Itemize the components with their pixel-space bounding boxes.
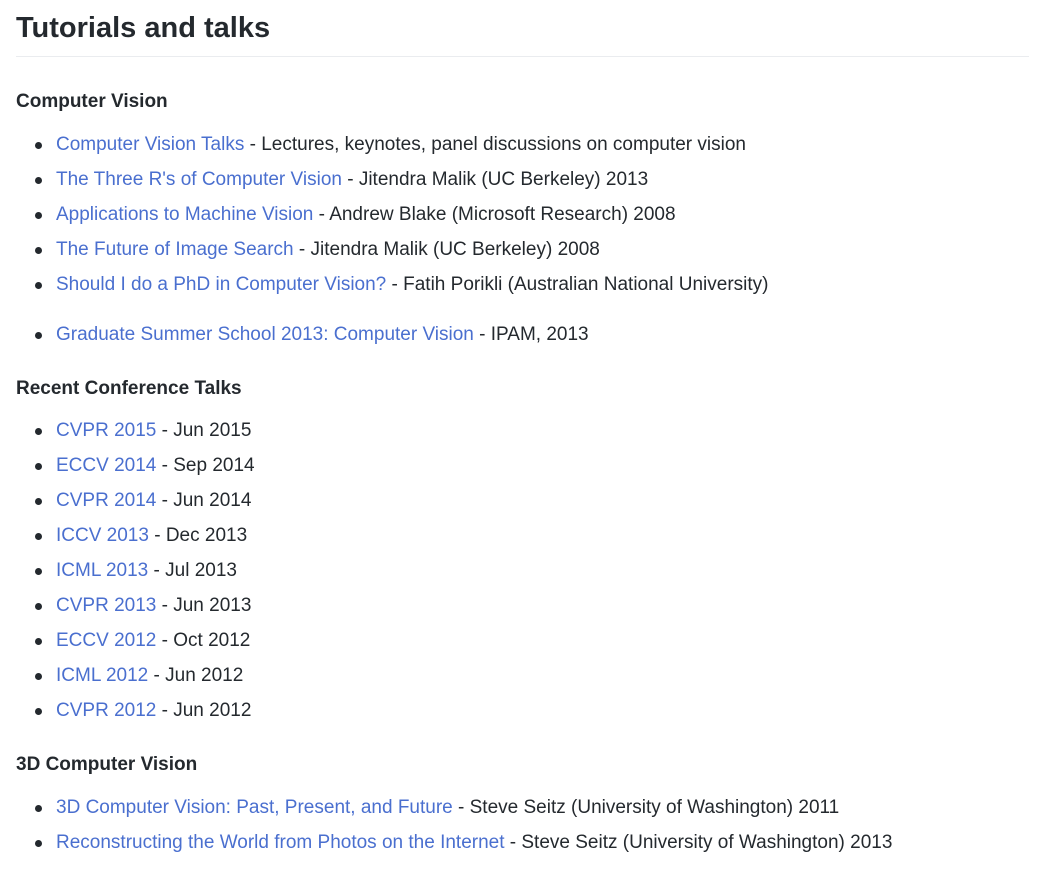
list-item: ECCV 2012 - Oct 2012 bbox=[35, 623, 1045, 658]
talk-link[interactable]: Computer Vision Talks bbox=[56, 134, 244, 155]
talk-details: - Steve Seitz (University of Washington)… bbox=[504, 832, 893, 853]
conference-date: - Jun 2015 bbox=[156, 420, 252, 441]
conference-link[interactable]: CVPR 2015 bbox=[56, 420, 156, 441]
conference-link[interactable]: CVPR 2013 bbox=[56, 595, 156, 616]
conference-date: - Oct 2012 bbox=[156, 630, 251, 651]
conference-link[interactable]: CVPR 2012 bbox=[56, 700, 156, 721]
list-item: The Three R's of Computer Vision - Jiten… bbox=[35, 162, 1045, 197]
conference-date: - Jun 2012 bbox=[148, 665, 244, 686]
list-item: Applications to Machine Vision - Andrew … bbox=[35, 197, 1045, 232]
conference-link[interactable]: CVPR 2014 bbox=[56, 490, 156, 511]
conference-date: - Jun 2013 bbox=[156, 595, 252, 616]
list-item: ICML 2013 - Jul 2013 bbox=[35, 553, 1045, 588]
conference-link[interactable]: ECCV 2014 bbox=[56, 455, 156, 476]
list-item: ECCV 2014 - Sep 2014 bbox=[35, 448, 1045, 483]
talk-link[interactable]: 3D Computer Vision: Past, Present, and F… bbox=[56, 797, 453, 818]
talk-link[interactable]: The Future of Image Search bbox=[56, 239, 294, 260]
talk-details: - Lectures, keynotes, panel discussions … bbox=[244, 134, 746, 155]
conference-link[interactable]: ICCV 2013 bbox=[56, 525, 149, 546]
conference-link[interactable]: ICML 2013 bbox=[56, 560, 148, 581]
talk-details: - Andrew Blake (Microsoft Research) 2008 bbox=[313, 204, 676, 225]
list-item: The Future of Image Search - Jitendra Ma… bbox=[35, 232, 1045, 267]
conference-talks-list: CVPR 2015 - Jun 2015 ECCV 2014 - Sep 201… bbox=[16, 413, 1045, 728]
list-item: CVPR 2013 - Jun 2013 bbox=[35, 588, 1045, 623]
talk-link[interactable]: Applications to Machine Vision bbox=[56, 204, 313, 225]
list-item: Reconstructing the World from Photos on … bbox=[35, 825, 1045, 860]
section-heading-3d-computer-vision: 3D Computer Vision bbox=[16, 754, 198, 775]
section-heading-computer-vision: Computer Vision bbox=[16, 91, 168, 112]
list-item: ICCV 2013 - Dec 2013 bbox=[35, 518, 1045, 553]
talk-details: - Steve Seitz (University of Washington)… bbox=[452, 797, 840, 818]
conference-date: - Sep 2014 bbox=[156, 455, 255, 476]
talk-link[interactable]: The Three R's of Computer Vision bbox=[56, 169, 342, 190]
talk-link[interactable]: Graduate Summer School 2013: Computer Vi… bbox=[56, 324, 474, 345]
section-heading-conference-talks: Recent Conference Talks bbox=[16, 378, 242, 399]
list-item: CVPR 2014 - Jun 2014 bbox=[35, 483, 1045, 518]
conference-link[interactable]: ICML 2012 bbox=[56, 665, 148, 686]
talk-details: - Jitendra Malik (UC Berkeley) 2013 bbox=[341, 169, 649, 190]
conference-date: - Jul 2013 bbox=[148, 560, 237, 581]
list-item: ICML 2012 - Jun 2012 bbox=[35, 658, 1045, 693]
computer-vision-list: Computer Vision Talks - Lectures, keynot… bbox=[16, 127, 1045, 352]
conference-link[interactable]: ECCV 2012 bbox=[56, 630, 156, 651]
list-item: CVPR 2012 - Jun 2012 bbox=[35, 693, 1045, 728]
list-item: 3D Computer Vision: Past, Present, and F… bbox=[35, 790, 1045, 825]
talk-details: - Jitendra Malik (UC Berkeley) 2008 bbox=[293, 239, 600, 260]
list-item: CVPR 2015 - Jun 2015 bbox=[35, 413, 1045, 448]
list-item: Should I do a PhD in Computer Vision? - … bbox=[35, 267, 1045, 302]
readme-content: Tutorials and talks Computer Vision Comp… bbox=[0, 0, 1045, 860]
talk-details: - IPAM, 2013 bbox=[473, 324, 589, 345]
talk-link[interactable]: Should I do a PhD in Computer Vision? bbox=[56, 274, 386, 295]
list-item: Graduate Summer School 2013: Computer Vi… bbox=[35, 317, 1045, 352]
conference-date: - Jun 2012 bbox=[156, 700, 252, 721]
3d-computer-vision-list: 3D Computer Vision: Past, Present, and F… bbox=[16, 790, 1045, 860]
list-item: Computer Vision Talks - Lectures, keynot… bbox=[35, 127, 1045, 162]
conference-date: - Jun 2014 bbox=[156, 490, 252, 511]
conference-date: - Dec 2013 bbox=[148, 525, 248, 546]
talk-link[interactable]: Reconstructing the World from Photos on … bbox=[56, 832, 505, 853]
talk-details: - Fatih Porikli (Australian National Uni… bbox=[386, 274, 769, 295]
page-title: Tutorials and talks bbox=[16, 0, 1029, 57]
